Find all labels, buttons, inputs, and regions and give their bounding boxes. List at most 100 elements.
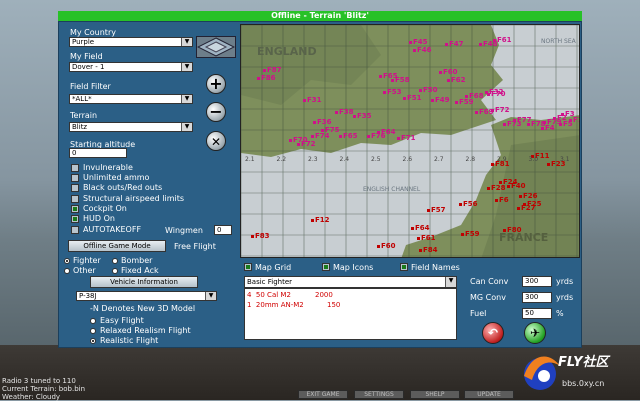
offline-game-mode-button[interactable]: Offline Game Mode — [68, 240, 166, 252]
grid-number: 2.6 — [402, 156, 413, 163]
airfield-marker[interactable]: F72 — [491, 107, 510, 114]
airfield-marker[interactable]: F27 — [517, 205, 536, 212]
map-grid-checkbox[interactable] — [244, 263, 252, 271]
airfield-marker[interactable]: F75 — [321, 127, 340, 134]
grid-number: 3.0 — [528, 156, 539, 163]
field-names-checkbox[interactable] — [400, 263, 408, 271]
game-mode-status: Free Flight — [174, 242, 216, 251]
field-names-label: Field Names — [411, 263, 460, 272]
fly-button[interactable]: ✈ — [524, 322, 546, 344]
structural-limits-label: Structural airspeed limits — [83, 194, 185, 203]
mg-conv-input[interactable]: 300 — [522, 292, 552, 303]
airfield-marker[interactable]: F68 — [465, 93, 484, 100]
airfield-marker[interactable]: F1 — [569, 117, 579, 124]
airfield-marker[interactable]: F49 — [431, 97, 450, 104]
hud-on-checkbox[interactable] — [71, 215, 79, 223]
help-button[interactable]: SHELP — [410, 390, 460, 399]
vehicle-select[interactable]: P-38J ▼ — [76, 291, 217, 301]
fighter-radio[interactable] — [64, 258, 70, 264]
my-field-select[interactable]: Dover - 1 ▼ — [69, 62, 193, 72]
airfield-marker[interactable]: F65 — [339, 133, 358, 140]
terrain-select[interactable]: Blitz ▼ — [69, 122, 193, 132]
airfield-marker[interactable]: F83 — [251, 233, 270, 240]
starting-altitude-input[interactable]: 0 — [69, 148, 127, 158]
airfield-marker[interactable]: F58 — [391, 77, 410, 84]
airfield-marker[interactable]: F87 — [263, 67, 282, 74]
airfield-marker[interactable]: F61 — [417, 235, 436, 242]
exit-game-button[interactable]: EXIT GAME — [298, 390, 348, 399]
grid-number: 3.1 — [560, 156, 570, 163]
settings-button[interactable]: SETTINGS — [354, 390, 404, 399]
loadout-select[interactable]: Basic Fighter ▼ — [244, 276, 457, 288]
airfield-marker[interactable]: F51 — [403, 95, 422, 102]
field-filter-select[interactable]: *ALL* ▼ — [69, 94, 193, 104]
loadout-row: 4 50 Cal M2 2000 — [247, 291, 333, 299]
blackouts-checkbox[interactable] — [71, 184, 79, 192]
airfield-marker[interactable]: F4 — [541, 125, 555, 132]
airfield-marker[interactable]: F64 — [377, 129, 396, 136]
airfield-marker[interactable]: F53 — [383, 89, 402, 96]
airfield-marker[interactable]: F35 — [353, 113, 372, 120]
my-country-select[interactable]: Purple ▼ — [69, 37, 193, 47]
fuel-input[interactable]: 50 — [522, 308, 552, 319]
map-icons-checkbox[interactable] — [322, 263, 330, 271]
airfield-marker[interactable]: F59 — [461, 231, 480, 238]
airfield-marker[interactable]: F64 — [411, 225, 430, 232]
map-view[interactable]: ENGLAND ENGLISH CHANNEL FRANCE NORTH SEA… — [240, 24, 580, 258]
map-icons-label: Map Icons — [333, 263, 374, 272]
easy-flight-radio[interactable] — [90, 318, 96, 324]
english-channel-label: ENGLISH CHANNEL — [363, 186, 421, 193]
airfield-marker[interactable]: F36 — [313, 119, 332, 126]
airfield-marker[interactable]: F32 — [485, 89, 504, 96]
other-radio[interactable] — [64, 268, 70, 274]
airfield-marker[interactable]: F72 — [297, 141, 316, 148]
airfield-marker[interactable]: F38 — [335, 109, 354, 116]
airfield-marker[interactable]: F62 — [447, 77, 466, 84]
map-pan-control[interactable] — [196, 36, 236, 58]
minus-icon: − — [209, 102, 223, 121]
airfield-marker[interactable]: F31 — [303, 97, 322, 104]
can-conv-label: Can Conv — [470, 277, 509, 286]
cancel-button[interactable]: ↶ — [482, 322, 504, 344]
undo-icon: ↶ — [487, 326, 499, 340]
vehicle-information-button[interactable]: Vehicle Information — [90, 276, 198, 288]
airfield-marker[interactable]: F57 — [427, 207, 446, 214]
airfield-marker[interactable]: F71 — [397, 135, 416, 142]
airfield-marker[interactable]: F46 — [413, 47, 432, 54]
airfield-marker[interactable]: F28 — [487, 185, 506, 192]
wingmen-input[interactable]: 0 — [214, 225, 232, 235]
airfield-marker[interactable]: F50 — [419, 87, 438, 94]
bomber-radio[interactable] — [112, 258, 118, 264]
zoom-in-button[interactable]: + — [206, 74, 226, 94]
airfield-marker[interactable]: F59 — [455, 99, 474, 106]
can-conv-input[interactable]: 300 — [522, 276, 552, 287]
update-button[interactable]: UPDATE — [464, 390, 514, 399]
invulnerable-checkbox[interactable] — [71, 164, 79, 172]
fixed-ack-radio[interactable] — [112, 268, 118, 274]
airfield-marker[interactable]: F40 — [507, 183, 526, 190]
airfield-marker[interactable]: F45 — [409, 39, 428, 46]
realistic-flight-radio[interactable] — [90, 338, 96, 344]
blackouts-label: Black outs/Red outs — [83, 183, 163, 192]
center-map-button[interactable]: ✕ — [206, 131, 226, 151]
airfield-marker[interactable]: F56 — [459, 201, 478, 208]
airfield-marker[interactable]: F47 — [445, 41, 464, 48]
zoom-out-button[interactable]: − — [206, 102, 226, 122]
airfield-marker[interactable]: F74 — [311, 133, 330, 140]
autotakeoff-checkbox[interactable] — [71, 226, 79, 234]
relaxed-realism-radio[interactable] — [90, 328, 96, 334]
airfield-marker[interactable]: F12 — [311, 217, 330, 224]
airfield-marker[interactable]: F26 — [519, 193, 538, 200]
structural-limits-checkbox[interactable] — [71, 195, 79, 203]
airfield-marker[interactable]: F60 — [439, 69, 458, 76]
cockpit-on-checkbox[interactable] — [71, 205, 79, 213]
airfield-marker[interactable]: F80 — [503, 227, 522, 234]
airfield-marker[interactable]: F61 — [493, 37, 512, 44]
fly-logo-mark — [524, 356, 560, 390]
airfield-marker[interactable]: F86 — [257, 75, 276, 82]
fuel-label: Fuel — [470, 309, 487, 318]
airfield-marker[interactable]: F84 — [419, 247, 438, 254]
airfield-marker[interactable]: F6 — [495, 197, 509, 204]
unlimited-ammo-checkbox[interactable] — [71, 174, 79, 182]
airfield-marker[interactable]: F60 — [377, 243, 396, 250]
